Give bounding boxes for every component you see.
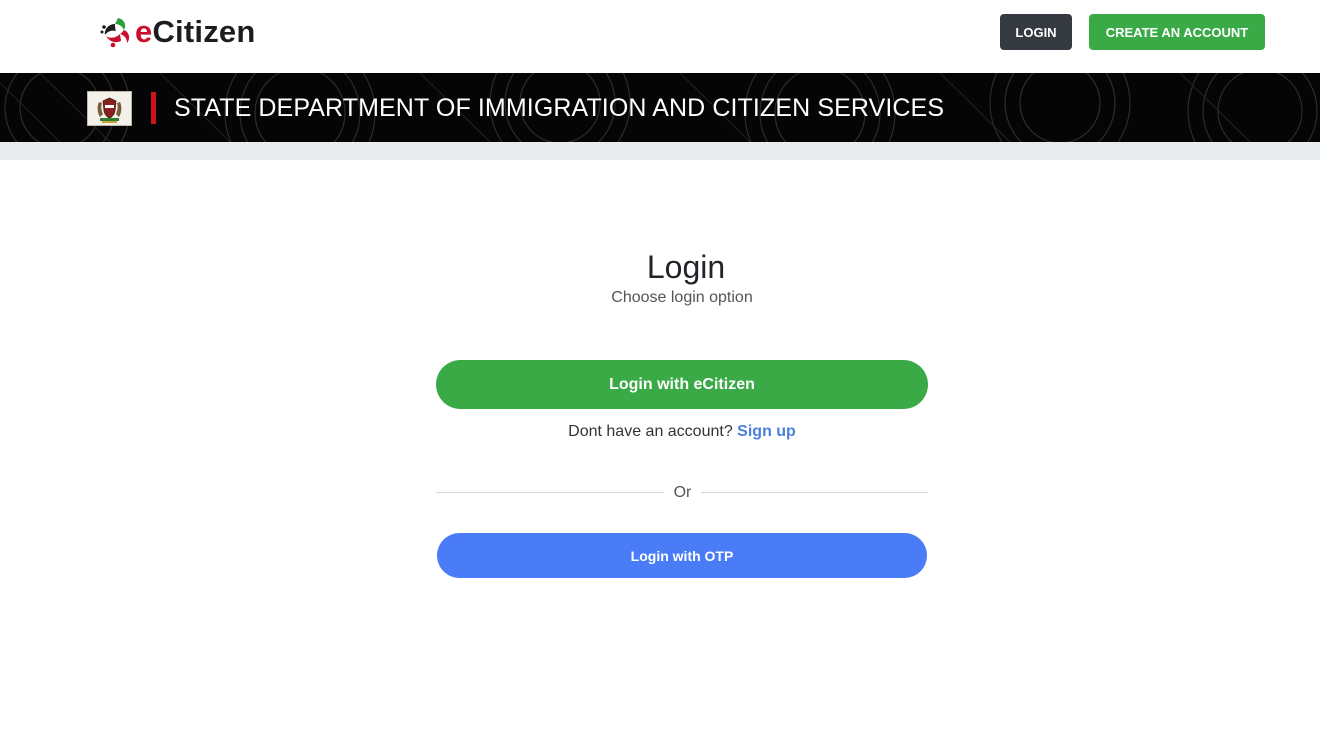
- brand-wordmark: eCitizen: [135, 14, 255, 50]
- no-account-text: Dont have an account?: [568, 423, 733, 440]
- create-account-button[interactable]: CREATE AN ACCOUNT: [1089, 14, 1265, 50]
- signup-prompt: Dont have an account? Sign up: [0, 421, 1320, 443]
- banner-bottom-strip: [0, 142, 1320, 160]
- top-navbar: eCitizen LOGIN CREATE AN ACCOUNT: [0, 0, 1320, 73]
- department-title: STATE DEPARTMENT OF IMMIGRATION AND CITI…: [174, 94, 945, 122]
- red-divider: [151, 92, 156, 124]
- brand-name: Citizen: [152, 14, 256, 49]
- login-button[interactable]: LOGIN: [1000, 14, 1072, 50]
- ecitizen-logo[interactable]: eCitizen: [98, 14, 255, 50]
- signup-link[interactable]: Sign up: [737, 423, 796, 440]
- brand-prefix: e: [135, 14, 153, 49]
- login-with-otp-button[interactable]: Login with OTP: [437, 533, 927, 578]
- divider-line-left: [436, 492, 664, 493]
- department-banner: STATE DEPARTMENT OF IMMIGRATION AND CITI…: [0, 73, 1320, 142]
- divider-line-right: [701, 492, 928, 493]
- divider-or-text: Or: [673, 484, 692, 501]
- login-with-ecitizen-button[interactable]: Login with eCitizen: [436, 360, 928, 409]
- ecitizen-logo-icon: [100, 18, 130, 48]
- coat-of-arms-icon: [87, 91, 132, 126]
- page-subtitle: Choose login option: [611, 289, 753, 306]
- page-title: Login: [646, 249, 726, 285]
